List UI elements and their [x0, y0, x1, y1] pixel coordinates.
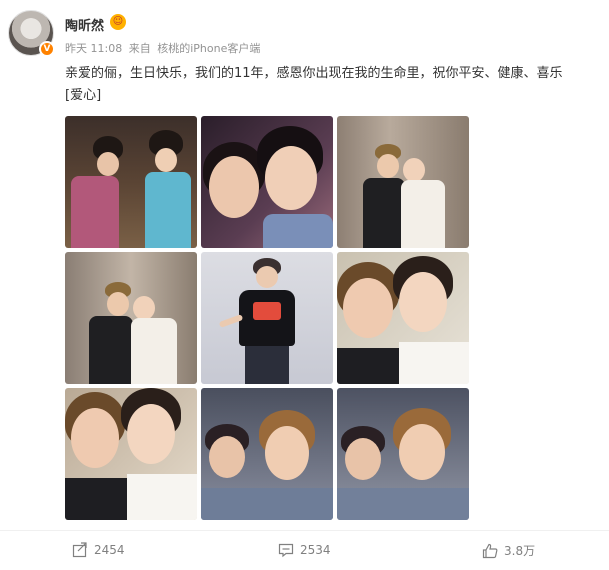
- photo-4[interactable]: [65, 252, 197, 384]
- post-source[interactable]: 核桃的iPhone客户端: [157, 42, 260, 55]
- repost-icon: [72, 542, 87, 558]
- like-count: 3.8万: [504, 544, 536, 558]
- post-time[interactable]: 昨天 11:08: [65, 42, 122, 55]
- source-prefix: 来自: [128, 42, 151, 55]
- photo-5[interactable]: [201, 252, 333, 384]
- comment-icon: [278, 543, 294, 558]
- post-body: 亲爱的俪，生日快乐，我们的11年，感恩你出现在我的生命里，祝你平安、健康、喜乐: [65, 66, 563, 81]
- repost-count: 2454: [94, 543, 125, 557]
- action-bar: 2454 2534 3.8万: [0, 530, 609, 570]
- repost-button[interactable]: 2454: [72, 542, 125, 558]
- photo-grid: [65, 116, 469, 520]
- comment-count: 2534: [300, 543, 331, 557]
- thumbs-up-icon: [482, 543, 498, 558]
- user-name[interactable]: 陶昕然: [65, 15, 104, 34]
- photo-1[interactable]: [65, 116, 197, 248]
- smiley-badge-icon: ☺: [110, 14, 126, 30]
- photo-6[interactable]: [337, 252, 469, 384]
- photo-2[interactable]: [201, 116, 333, 248]
- photo-7[interactable]: [65, 388, 197, 520]
- verified-badge-icon: V: [39, 41, 55, 57]
- post-text: 亲爱的俪，生日快乐，我们的11年，感恩你出现在我的生命里，祝你平安、健康、喜乐 …: [65, 63, 605, 107]
- photo-8[interactable]: [201, 388, 333, 520]
- photo-3[interactable]: [337, 116, 469, 248]
- post-meta: 昨天 11:08 来自 核桃的iPhone客户端: [65, 40, 263, 56]
- photo-9[interactable]: [337, 388, 469, 520]
- like-button[interactable]: 3.8万: [482, 542, 535, 559]
- avatar[interactable]: V: [8, 10, 55, 57]
- heart-emoji: [爱心]: [65, 88, 102, 103]
- comment-button[interactable]: 2534: [278, 542, 331, 558]
